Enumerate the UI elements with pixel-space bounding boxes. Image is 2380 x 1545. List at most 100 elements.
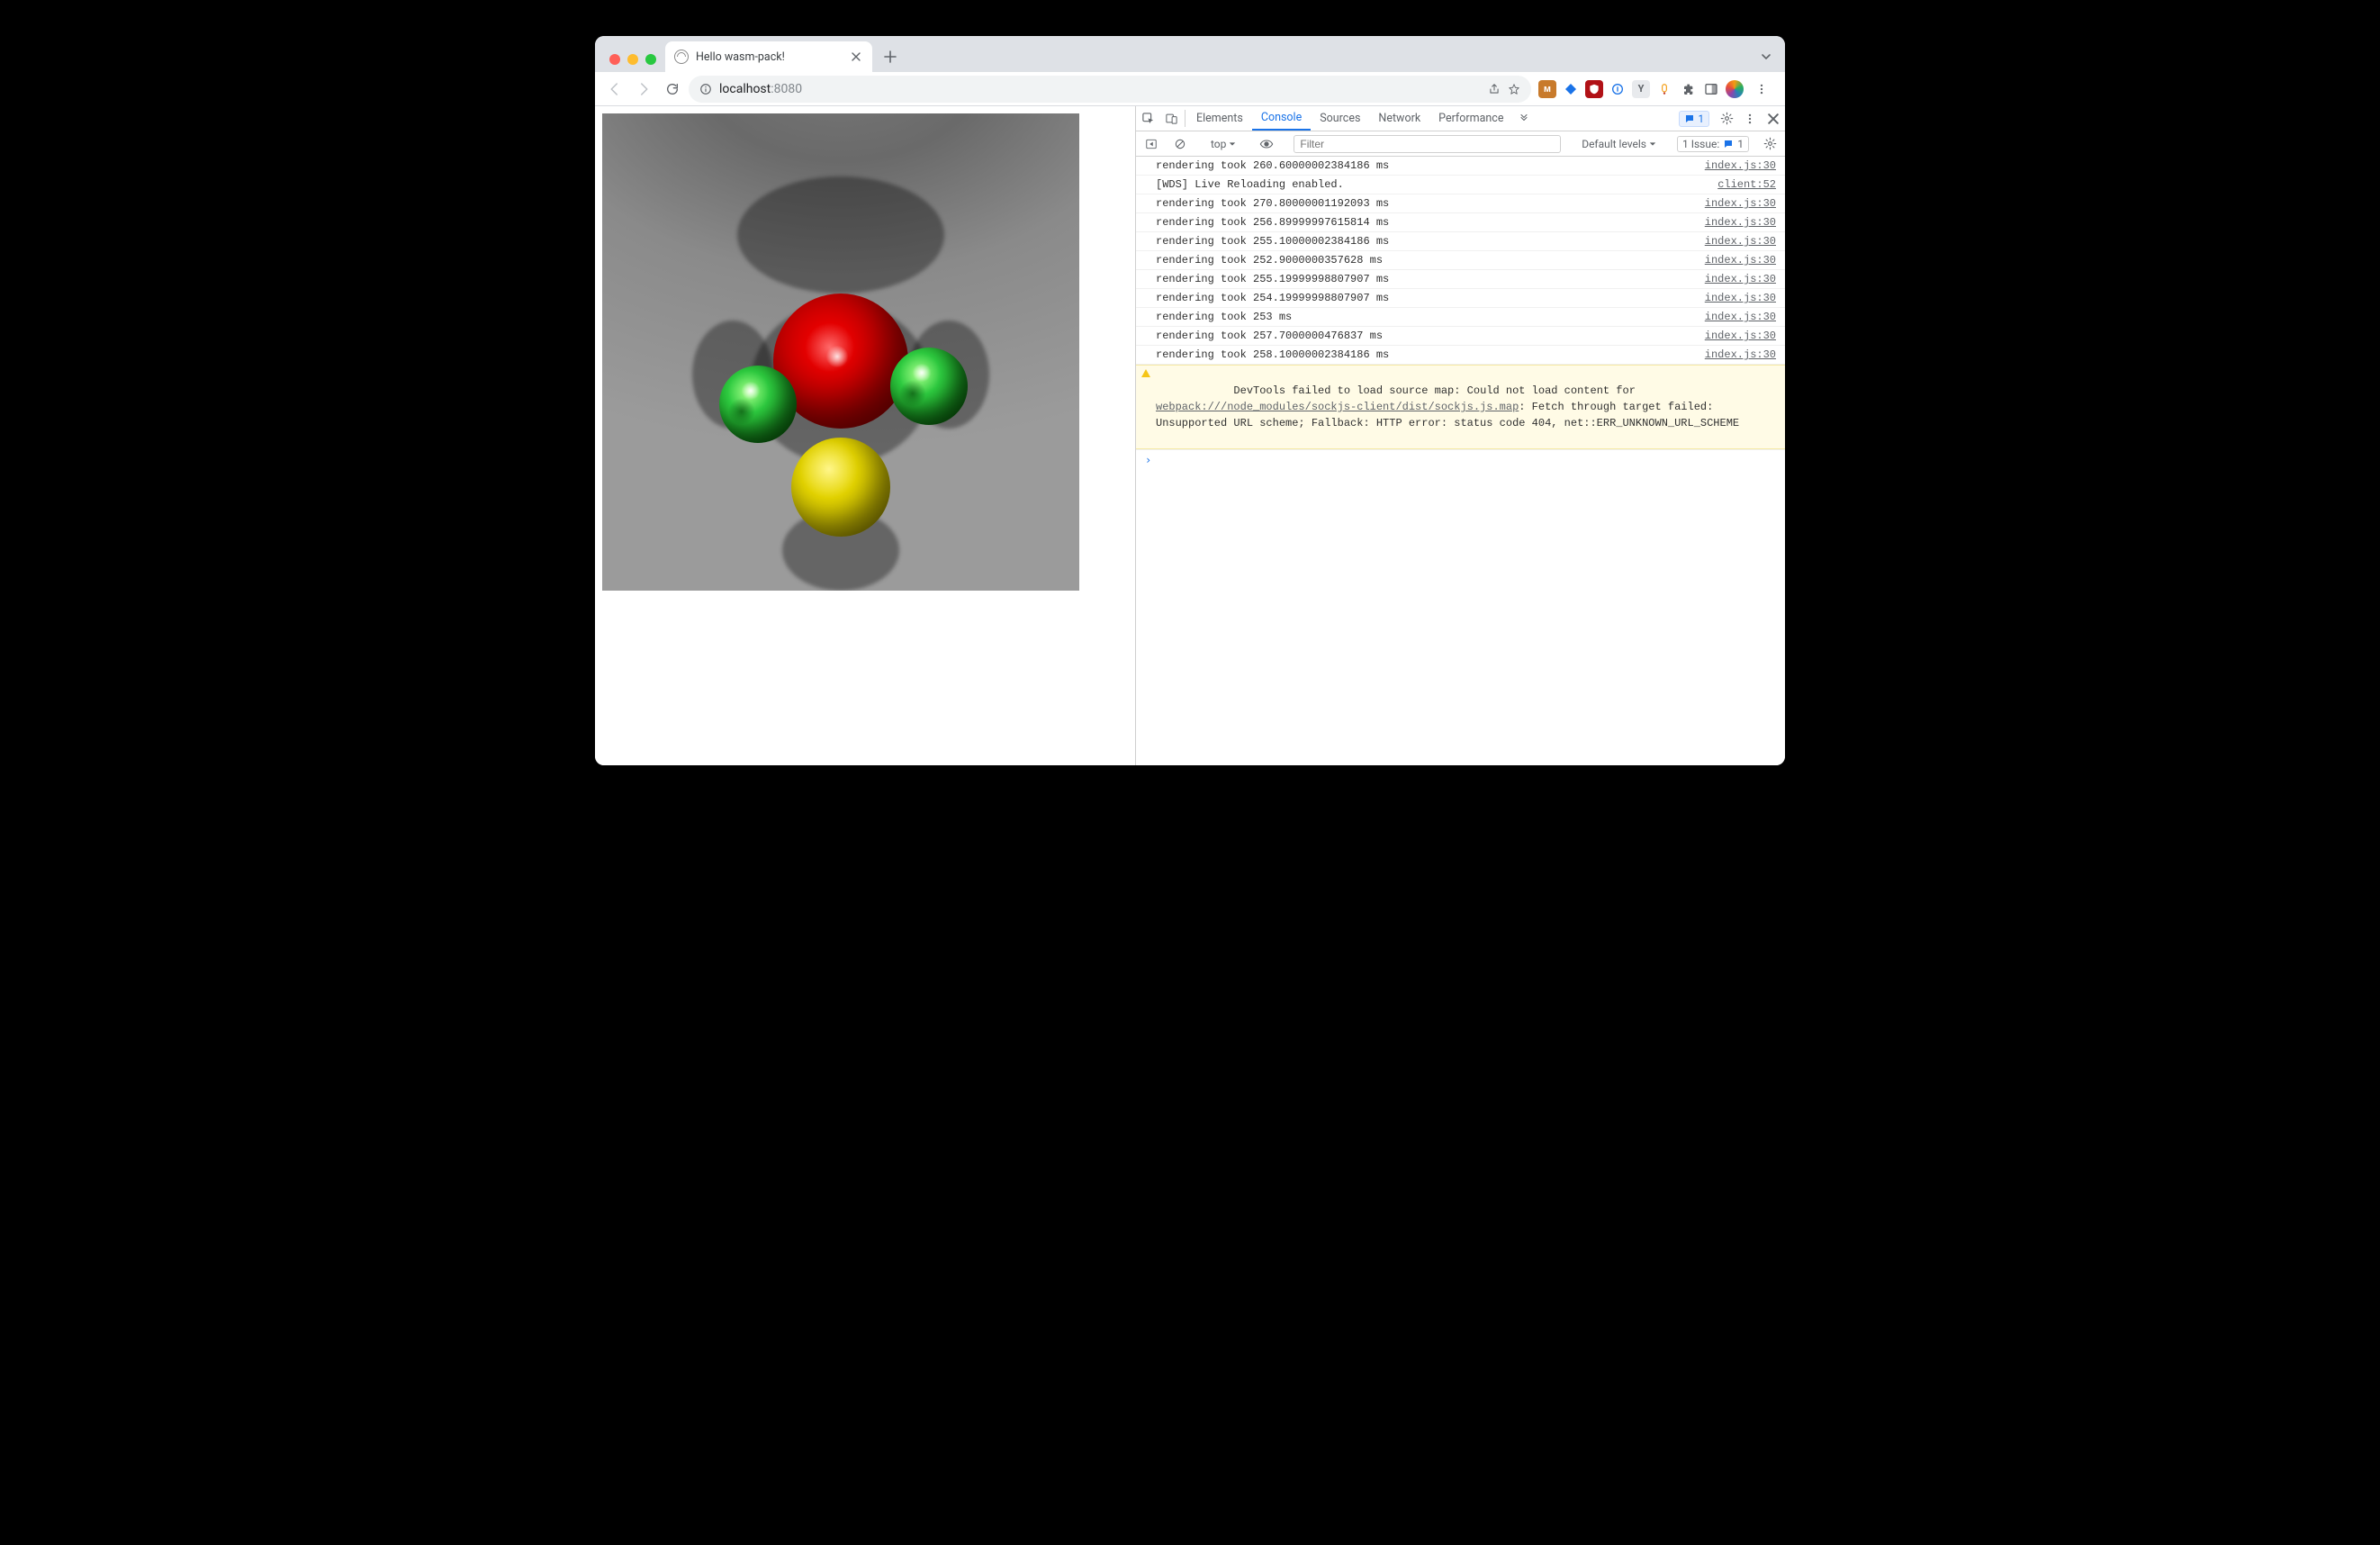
devtools-settings-icon[interactable]	[1715, 112, 1738, 125]
console-log-message: rendering took 252.9000000357628 ms	[1156, 252, 1383, 268]
browser-toolbar: localhost:8080 ᴍ Y	[595, 72, 1785, 106]
bookmark-star-icon[interactable]	[1508, 83, 1520, 95]
minimize-window-button[interactable]	[627, 54, 638, 65]
console-log-row: rendering took 255.10000002384186 ms inde…	[1136, 232, 1785, 251]
console-prompt[interactable]: ›	[1136, 449, 1785, 470]
console-log-source-link[interactable]: index.js:30	[1694, 233, 1776, 249]
console-filter-input[interactable]	[1294, 135, 1561, 153]
console-log-message: rendering took 254.19999998807907 ms	[1156, 290, 1389, 306]
console-log-row: rendering took 256.89999997615814 ms inde…	[1136, 213, 1785, 232]
rendered-canvas	[602, 113, 1079, 591]
shadow	[737, 176, 944, 294]
back-button[interactable]	[602, 77, 627, 102]
green-sphere-right	[890, 348, 968, 425]
tab-strip: Hello wasm-pack!	[595, 36, 1785, 72]
extension-icon[interactable]	[1609, 80, 1627, 98]
close-window-button[interactable]	[609, 54, 620, 65]
console-log-message: rendering took 255.10000002384186 ms	[1156, 233, 1389, 249]
devtools-tab-console[interactable]: Console	[1252, 106, 1311, 131]
content-split: Elements Console Sources Network Perform…	[595, 106, 1785, 765]
log-levels-selector[interactable]: Default levels	[1576, 138, 1662, 150]
console-filter-bar: top Default levels 1 Issue:	[1136, 131, 1785, 157]
devtools-close-icon[interactable]	[1762, 113, 1785, 124]
console-warning-message: DevTools failed to load source map: Coul…	[1156, 366, 1776, 447]
console-log-message: rendering took 270.80000001192093 ms	[1156, 195, 1389, 212]
extension-icon[interactable]	[1655, 80, 1673, 98]
issues-label: 1 Issue:	[1682, 138, 1719, 150]
profile-avatar[interactable]	[1726, 80, 1744, 98]
console-log-row: rendering took 252.9000000357628 ms index…	[1136, 251, 1785, 270]
console-log-row: rendering took 270.80000001192093 ms inde…	[1136, 194, 1785, 213]
extension-icon[interactable]	[1562, 80, 1580, 98]
page-viewport	[595, 106, 1135, 765]
forward-button[interactable]	[631, 77, 656, 102]
share-icon[interactable]	[1488, 83, 1501, 95]
issues-button[interactable]: 1 Issue: 1	[1677, 136, 1749, 152]
console-log-source-link[interactable]: index.js:30	[1694, 252, 1776, 268]
messages-pill[interactable]: 1	[1679, 111, 1709, 127]
tabs-overflow-button[interactable]	[1760, 50, 1772, 63]
console-log-row: rendering took 257.7000000476837 msindex…	[1136, 327, 1785, 346]
devtools-tab-elements[interactable]: Elements	[1187, 106, 1252, 131]
address-bar[interactable]: localhost:8080	[689, 76, 1531, 103]
window-controls	[602, 54, 665, 72]
console-log-row: rendering took 253 ms index.js:30	[1136, 308, 1785, 327]
console-log-source-link[interactable]: index.js:30	[1694, 214, 1776, 230]
maximize-window-button[interactable]	[645, 54, 656, 65]
console-log-message: rendering took 260.60000002384186 ms	[1156, 158, 1389, 174]
context-selector[interactable]: top	[1207, 138, 1240, 150]
console-log-row: rendering took 254.19999998807907 ms inde…	[1136, 289, 1785, 308]
console-log-source-link[interactable]: index.js:30	[1694, 195, 1776, 212]
devtools-menu-icon[interactable]	[1738, 113, 1762, 125]
extension-icon[interactable]	[1585, 80, 1603, 98]
console-sidebar-toggle-icon[interactable]	[1140, 138, 1163, 150]
inspect-element-icon[interactable]	[1136, 106, 1159, 131]
live-expression-icon[interactable]	[1255, 137, 1278, 151]
side-panel-icon[interactable]	[1702, 80, 1720, 98]
more-tabs-icon[interactable]	[1512, 106, 1536, 131]
console-log-row: rendering took 258.10000002384186 ms inde…	[1136, 346, 1785, 365]
url-host: localhost	[719, 82, 771, 96]
console-log-source-link[interactable]: index.js:30	[1694, 290, 1776, 306]
console-settings-icon[interactable]	[1758, 137, 1781, 150]
extension-icon[interactable]: ᴍ	[1538, 80, 1556, 98]
extensions-tray: ᴍ Y	[1535, 77, 1778, 102]
new-tab-button[interactable]	[878, 44, 903, 69]
console-log-source-link[interactable]: index.js:30	[1694, 347, 1776, 363]
messages-pill-count: 1	[1699, 113, 1704, 125]
reload-button[interactable]	[660, 77, 685, 102]
devtools-tab-performance[interactable]: Performance	[1429, 106, 1512, 131]
browser-menu-button[interactable]	[1749, 77, 1774, 102]
tab-title: Hello wasm-pack!	[696, 50, 842, 64]
url-text: localhost:8080	[719, 82, 1481, 96]
console-log-message: [WDS] Live Reloading enabled.	[1156, 176, 1344, 193]
console-log-message: rendering took 258.10000002384186 ms	[1156, 347, 1389, 363]
console-log-row: [WDS] Live Reloading enabled. client:52	[1136, 176, 1785, 194]
clear-console-icon[interactable]	[1168, 138, 1192, 150]
console-log-source-link[interactable]: index.js:30	[1694, 158, 1776, 174]
devtools-tab-network[interactable]: Network	[1369, 106, 1429, 131]
console-log-source-link[interactable]: index.js:30	[1694, 271, 1776, 287]
console-log-message: rendering took 253 ms	[1156, 309, 1292, 325]
console-output[interactable]: rendering took 260.60000002384186 ms inde…	[1136, 157, 1785, 765]
console-log-message: rendering took 255.19999998807907 ms	[1156, 271, 1389, 287]
extensions-menu-icon[interactable]	[1679, 80, 1697, 98]
site-info-icon[interactable]	[699, 83, 712, 95]
url-port: :8080	[771, 82, 802, 96]
issues-count: 1	[1737, 138, 1744, 150]
extension-icon[interactable]: Y	[1632, 80, 1650, 98]
device-toolbar-icon[interactable]	[1159, 106, 1183, 131]
context-selector-label: top	[1211, 138, 1226, 150]
console-log-source-link[interactable]: index.js:30	[1694, 328, 1776, 344]
warning-text-pre: DevTools failed to load source map: Coul…	[1233, 384, 1642, 397]
warning-source-map-link[interactable]: webpack:///node_modules/sockjs-client/di…	[1156, 401, 1519, 413]
console-log-message: rendering took 256.89999997615814 ms	[1156, 214, 1389, 230]
console-log-source-link[interactable]: index.js:30	[1694, 309, 1776, 325]
devtools-tab-sources[interactable]: Sources	[1311, 106, 1369, 131]
devtools-tabs: Elements Console Sources Network Perform…	[1136, 106, 1785, 131]
browser-window: Hello wasm-pack! localhost:8080	[595, 36, 1785, 765]
console-log-source-link[interactable]: client:52	[1707, 176, 1776, 193]
browser-tab[interactable]: Hello wasm-pack!	[665, 41, 872, 72]
close-tab-button[interactable]	[849, 50, 863, 64]
console-log-row: rendering took 260.60000002384186 ms inde…	[1136, 157, 1785, 176]
